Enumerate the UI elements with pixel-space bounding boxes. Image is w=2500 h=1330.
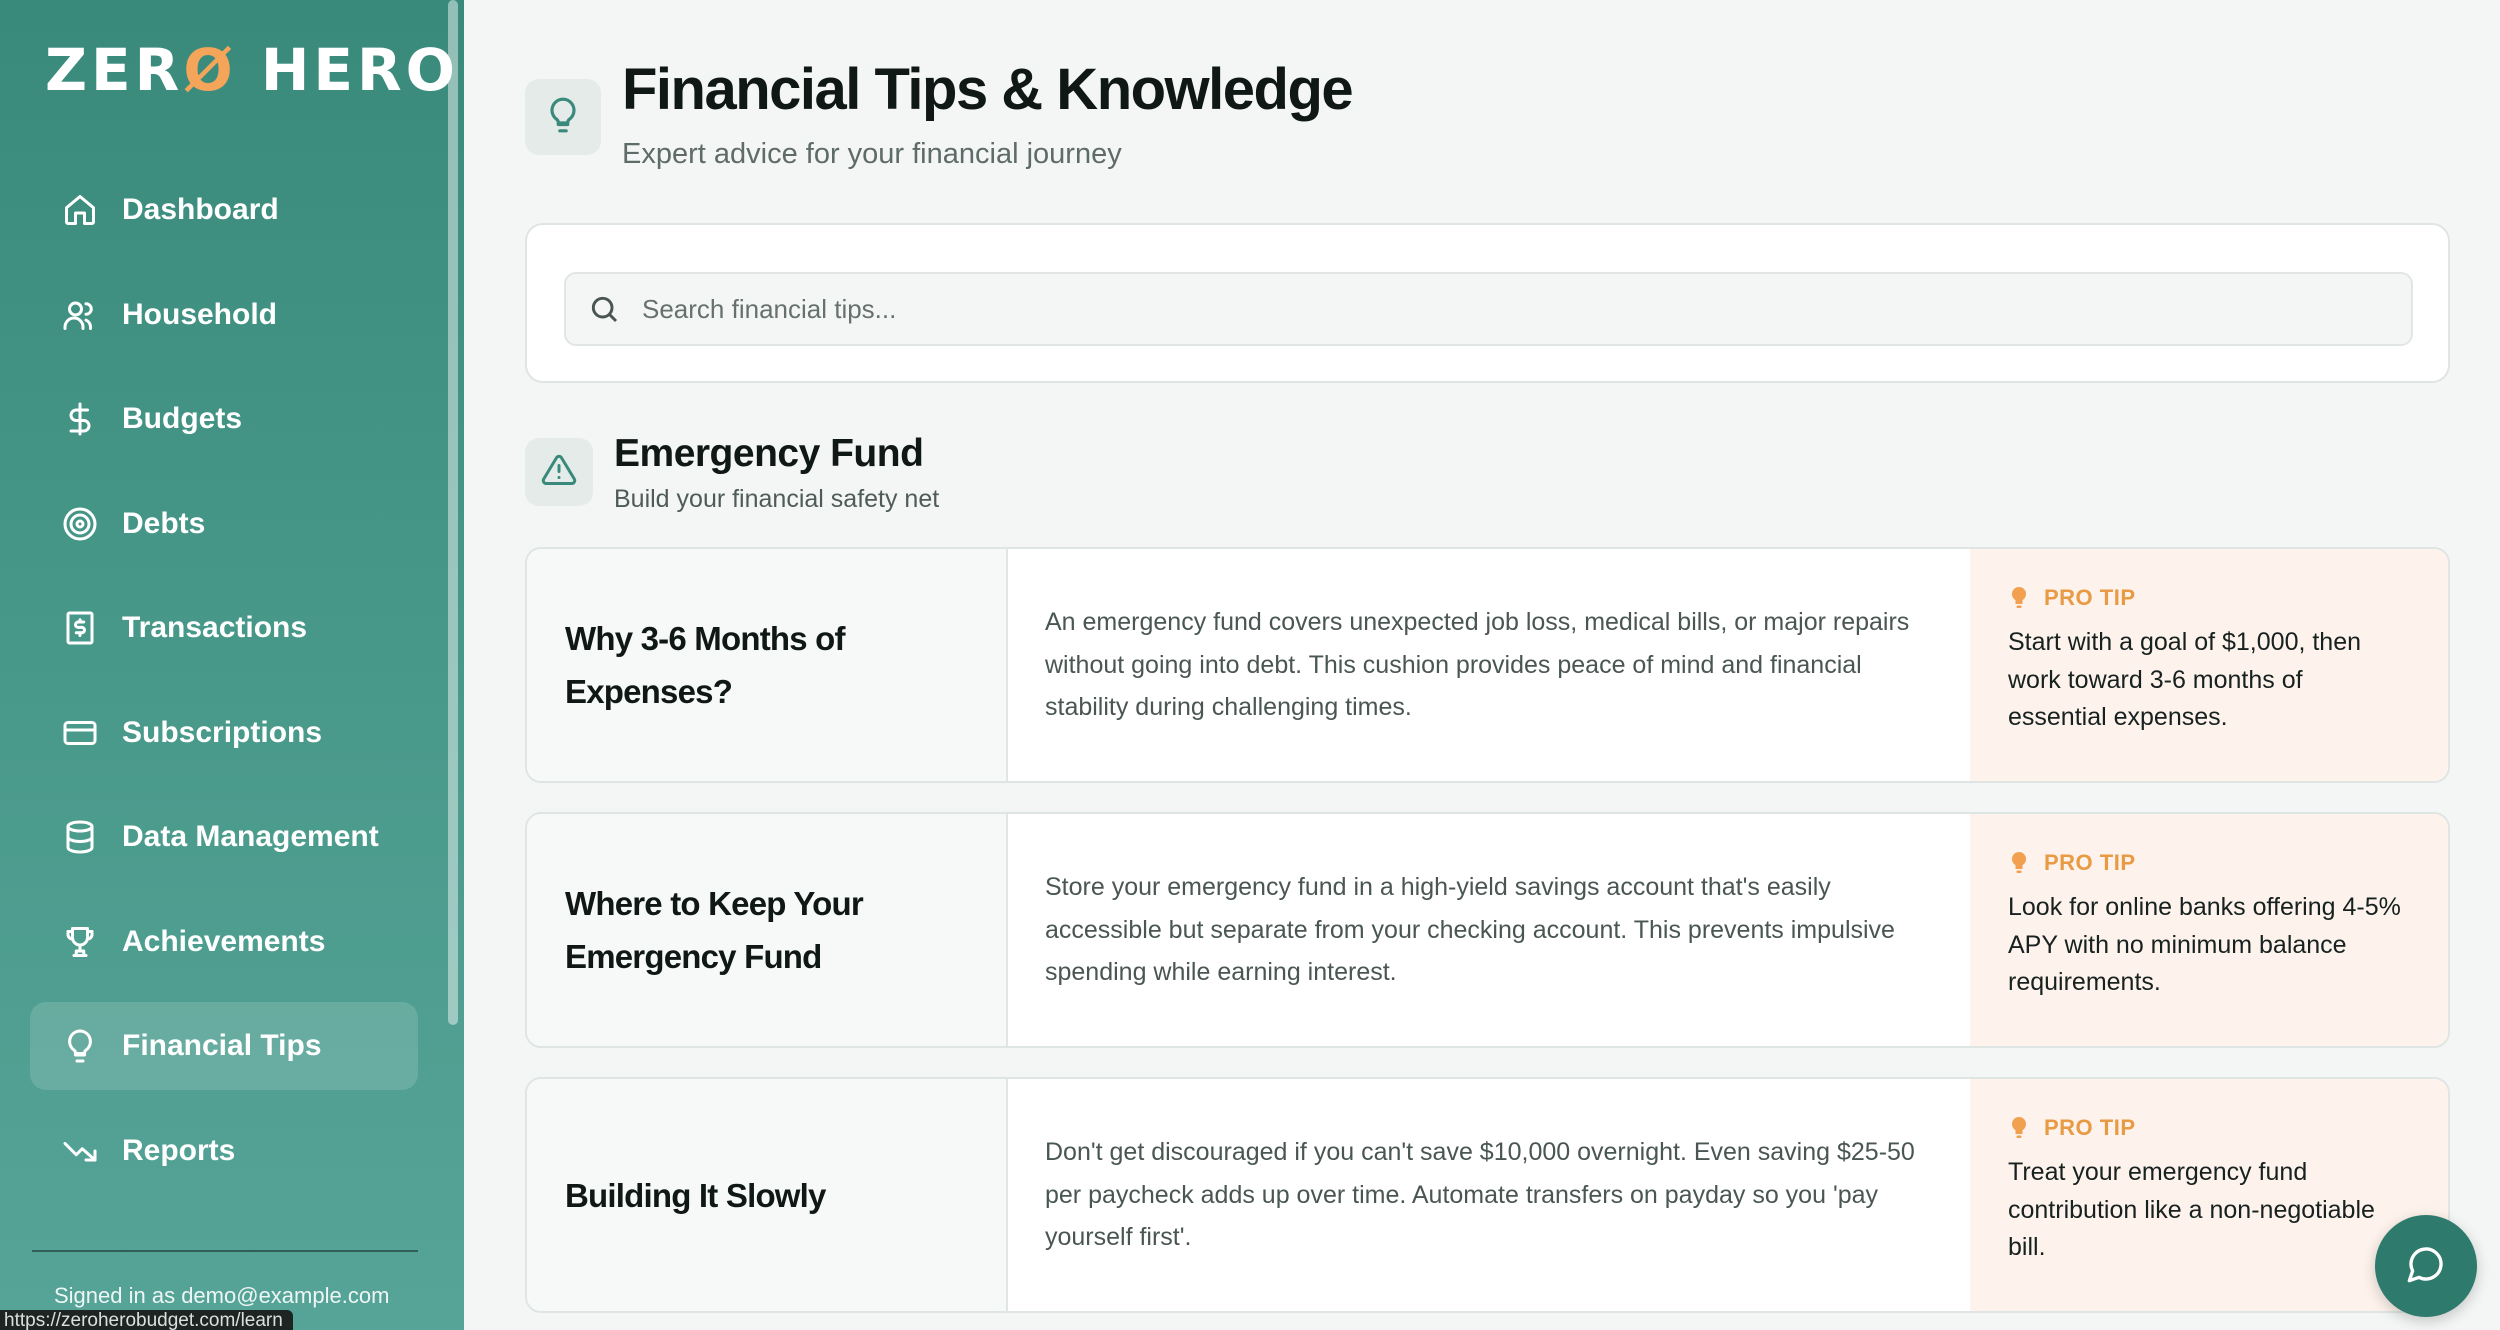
sidebar-item-label: Data Management	[122, 820, 379, 853]
sidebar-item-label: Dashboard	[122, 193, 279, 226]
sidebar-item-label: Household	[122, 297, 277, 331]
sidebar-item-transactions[interactable]: Transactions	[30, 584, 418, 672]
sidebar-item-label: Subscriptions	[122, 715, 323, 749]
alert-triangle-icon	[541, 452, 577, 493]
tip-body-cell: Store your emergency fund in a high-yiel…	[1008, 814, 1970, 1046]
sidebar-item-budgets[interactable]: Budgets	[30, 375, 418, 463]
sidebar: ZERØ HERO Dashboard Household Budgets De…	[0, 0, 464, 1330]
sidebar-item-label: Achievements	[122, 924, 326, 958]
pro-tip-header: PRO TIP	[2008, 1115, 2408, 1141]
main-content: Financial Tips & Knowledge Expert advice…	[464, 0, 2500, 1330]
tip-card: Building It Slowly Don't get discouraged…	[525, 1077, 2450, 1313]
pro-tip-text: Look for online banks offering 4-5% APY …	[2008, 893, 2401, 996]
sidebar-item-debts[interactable]: Debts	[30, 480, 418, 568]
tip-body-cell: Don't get discouraged if you can't save …	[1008, 1079, 1970, 1311]
pro-tip-label: PRO TIP	[2044, 585, 2136, 610]
tip-title-cell: Why 3-6 Months of Expenses?	[527, 549, 1008, 781]
pro-tip-label: PRO TIP	[2044, 1115, 2136, 1140]
lightbulb-icon	[60, 1026, 100, 1066]
sidebar-item-label: Reports	[122, 1133, 236, 1167]
lightbulb-icon	[2008, 585, 2030, 611]
signed-in-text: Signed in as demo@example.com	[54, 1283, 390, 1308]
sidebar-item-data-management[interactable]: Data Management	[30, 793, 418, 881]
tip-title-cell: Building It Slowly	[527, 1079, 1008, 1311]
pro-tip-header: PRO TIP	[2008, 585, 2408, 611]
receipt-icon	[60, 608, 100, 648]
tip-card: Why 3-6 Months of Expenses? An emergency…	[525, 547, 2450, 783]
logo-accent: Ø	[183, 36, 237, 104]
header-icon-box	[525, 79, 601, 155]
chat-button[interactable]	[2375, 1215, 2477, 1317]
pro-tip-panel: PRO TIP Look for online banks offering 4…	[1970, 814, 2448, 1046]
sidebar-item-subscriptions[interactable]: Subscriptions	[30, 689, 418, 777]
tip-title-cell: Where to Keep Your Emergency Fund	[527, 814, 1008, 1046]
sidebar-item-achievements[interactable]: Achievements	[30, 898, 418, 986]
tip-body: An emergency fund covers unexpected job …	[1045, 608, 1910, 722]
tip-title: Building It Slowly	[565, 1176, 826, 1214]
section-icon-box	[525, 438, 593, 506]
home-icon	[60, 190, 100, 230]
pro-tip-panel: PRO TIP Start with a goal of $1,000, the…	[1970, 549, 2448, 781]
sidebar-item-label: Financial Tips	[122, 1029, 322, 1062]
app-logo[interactable]: ZERØ HERO	[45, 36, 459, 104]
logo-text-left: ZER	[45, 36, 184, 104]
trophy-icon	[60, 922, 100, 962]
lightbulb-icon	[2008, 1115, 2030, 1141]
search-input[interactable]	[642, 293, 2411, 325]
pro-tip-label: PRO TIP	[2044, 850, 2136, 875]
lightbulb-icon	[2008, 850, 2030, 876]
credit-card-icon	[60, 713, 100, 753]
status-bar-url: https://zeroherobudget.com/learn	[0, 1310, 293, 1330]
sidebar-scrollbar[interactable]	[448, 0, 458, 1025]
tip-card: Where to Keep Your Emergency Fund Store …	[525, 812, 2450, 1048]
logo-text-right: HERO	[236, 36, 459, 104]
pro-tip-text: Start with a goal of $1,000, then work t…	[2008, 628, 2362, 731]
target-icon	[60, 504, 100, 544]
search-icon	[588, 293, 620, 325]
search-field[interactable]	[564, 272, 2413, 346]
section-subtitle: Build your financial safety net	[614, 485, 940, 513]
pro-tip-text: Treat your emergency fund contribution l…	[2008, 1158, 2375, 1261]
tips-list: Why 3-6 Months of Expenses? An emergency…	[525, 547, 2450, 1330]
search-card	[525, 223, 2450, 383]
tip-body: Don't get discouraged if you can't save …	[1045, 1138, 1915, 1252]
lightbulb-icon	[544, 96, 582, 139]
sidebar-item-reports[interactable]: Reports	[30, 1107, 418, 1195]
tip-body: Store your emergency fund in a high-yiel…	[1045, 873, 1895, 987]
sidebar-item-label: Transactions	[122, 611, 308, 644]
sidebar-item-label: Budgets	[122, 402, 242, 435]
sidebar-item-dashboard[interactable]: Dashboard	[30, 166, 418, 254]
page-subtitle: Expert advice for your financial journey	[622, 138, 1122, 170]
dollar-icon	[60, 399, 100, 439]
trending-down-icon	[60, 1131, 100, 1171]
sidebar-divider	[32, 1250, 418, 1252]
message-circle-icon	[2406, 1244, 2446, 1289]
tip-body-cell: An emergency fund covers unexpected job …	[1008, 549, 1970, 781]
sidebar-item-financial-tips[interactable]: Financial Tips	[30, 1002, 418, 1090]
pro-tip-header: PRO TIP	[2008, 850, 2408, 876]
page-title: Financial Tips & Knowledge	[622, 57, 1354, 122]
tip-title: Where to Keep Your Emergency Fund	[565, 885, 864, 975]
tip-title: Why 3-6 Months of Expenses?	[565, 620, 846, 710]
database-icon	[60, 817, 100, 857]
sidebar-item-household[interactable]: Household	[30, 271, 418, 359]
section-title: Emergency Fund	[614, 432, 924, 475]
sidebar-item-label: Debts	[122, 506, 206, 540]
users-icon	[60, 295, 100, 335]
sidebar-nav: Dashboard Household Budgets Debts Transa…	[30, 166, 418, 1211]
